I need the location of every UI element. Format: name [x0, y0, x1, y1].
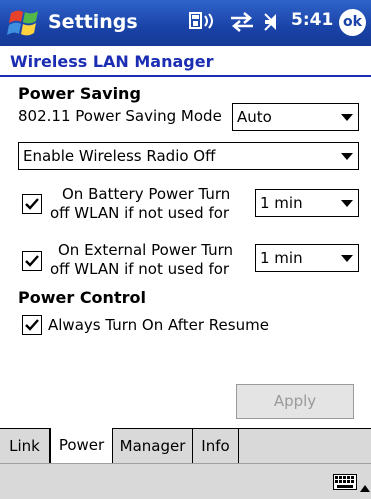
always-on-label: Always Turn On After Resume: [48, 316, 269, 334]
power-saving-mode-label: 802.11 Power Saving Mode: [18, 107, 222, 125]
tab-manager[interactable]: Manager: [113, 429, 193, 463]
bottom-menu-bar: [0, 463, 371, 499]
chevron-down-icon: [341, 200, 353, 207]
chevron-down-icon: [341, 114, 353, 121]
battery-checkbox[interactable]: [22, 194, 42, 214]
always-on-checkbox[interactable]: [22, 315, 42, 335]
app-title: Settings: [48, 11, 138, 33]
speaker-icon[interactable]: [262, 10, 288, 39]
page-title: Wireless LAN Manager: [10, 52, 214, 71]
clock-time[interactable]: 5:41: [291, 10, 333, 30]
sync-arrows-icon[interactable]: [229, 10, 255, 39]
power-saving-heading: Power Saving: [18, 84, 141, 103]
connectivity-icon[interactable]: [189, 10, 219, 39]
wireless-radio-value: Enable Wireless Radio Off: [23, 147, 216, 165]
title-bar: Settings 5:41 ok: [0, 0, 371, 46]
chevron-down-icon: [341, 255, 353, 262]
apply-button[interactable]: Apply: [236, 384, 354, 419]
windows-flag-icon[interactable]: [7, 7, 41, 39]
external-label-line2: off WLAN if not used for: [50, 260, 230, 278]
ok-button[interactable]: ok: [339, 9, 366, 36]
external-label-line1: On External Power Turn: [58, 241, 234, 259]
tab-power[interactable]: Power: [50, 428, 113, 463]
external-checkbox[interactable]: [22, 251, 42, 271]
tab-info[interactable]: Info: [193, 429, 239, 463]
battery-timeout-value: 1 min: [260, 194, 303, 212]
wireless-radio-select[interactable]: Enable Wireless Radio Off: [18, 142, 359, 170]
external-timeout-select[interactable]: 1 min: [255, 244, 359, 272]
battery-label-line1: On Battery Power Turn: [62, 185, 231, 203]
power-saving-mode-select[interactable]: Auto: [232, 103, 359, 131]
tab-link[interactable]: Link: [0, 429, 50, 463]
tab-bar: Link Power Manager Info: [0, 428, 371, 463]
external-timeout-value: 1 min: [260, 249, 303, 267]
chevron-up-icon[interactable]: [360, 477, 370, 496]
keyboard-icon[interactable]: [333, 474, 357, 494]
tab-bar-filler: [239, 429, 371, 463]
title-divider: [0, 75, 371, 77]
battery-timeout-select[interactable]: 1 min: [255, 189, 359, 217]
power-control-heading: Power Control: [18, 288, 146, 307]
power-saving-mode-value: Auto: [237, 108, 272, 126]
battery-label-line2: off WLAN if not used for: [50, 204, 230, 222]
chevron-down-icon: [341, 153, 353, 160]
